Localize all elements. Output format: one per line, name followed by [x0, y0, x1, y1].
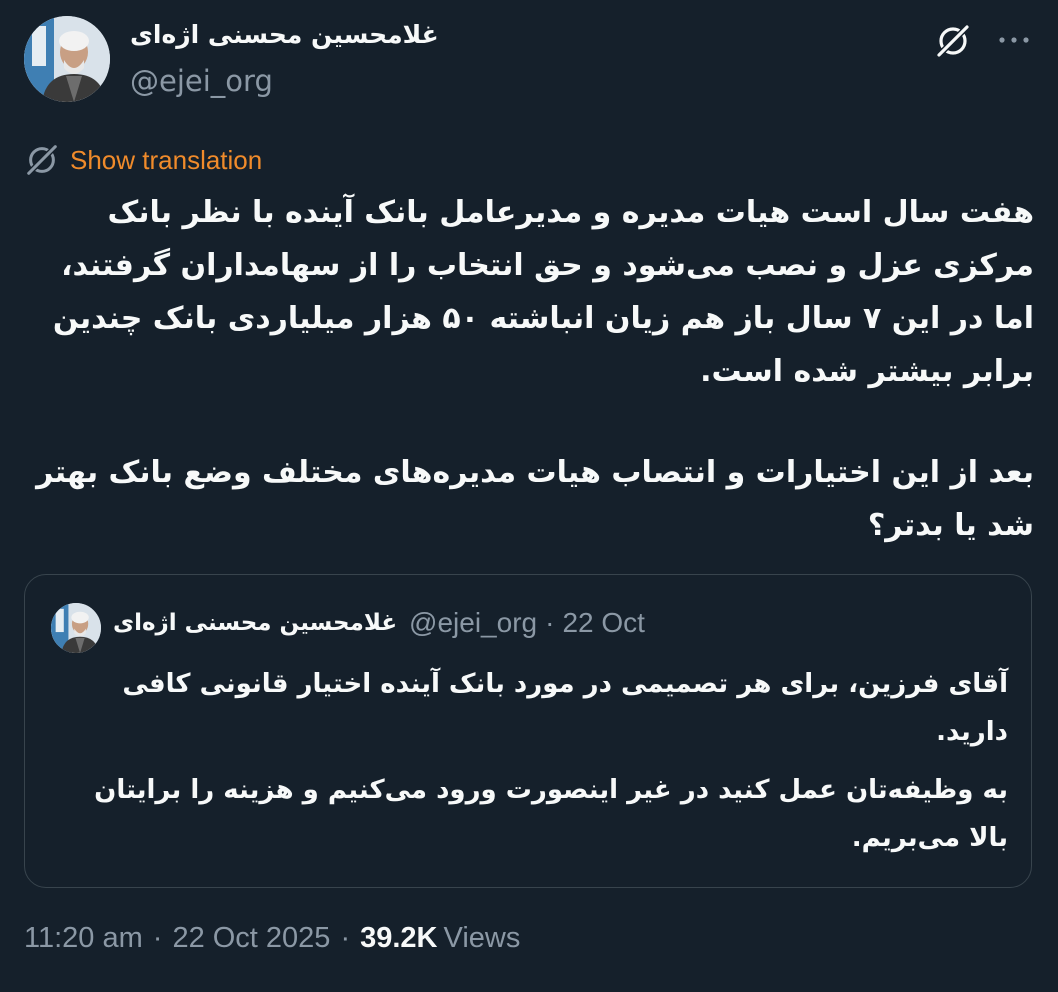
views-count[interactable]: 39.2K — [360, 922, 437, 955]
tweet-text-paragraph-1: هفت سال است هیات مدیره و مدیرعامل بانک آ… — [52, 195, 1034, 389]
tweet: غلامحسین محسنی اژه‌ای @ejei_org Show tra… — [0, 0, 1058, 992]
show-translation-label[interactable]: Show translation — [70, 145, 262, 176]
quoted-separator: · — [545, 607, 555, 638]
author-name[interactable]: غلامحسین محسنی اژه‌ای — [130, 20, 439, 49]
author-handle[interactable]: @ejei_org — [130, 64, 273, 98]
more-icon[interactable] — [996, 26, 1032, 54]
grok-icon[interactable] — [934, 22, 972, 60]
quoted-header: غلامحسین محسنی اژه‌ای @ejei_org · 22 Oct — [113, 607, 645, 639]
quoted-author-name: غلامحسین محسنی اژه‌ای — [113, 610, 398, 636]
tweet-date[interactable]: 22 Oct 2025 — [172, 922, 330, 955]
footer-separator-2: · — [340, 922, 351, 954]
show-translation-link[interactable]: Show translation — [24, 140, 262, 180]
quoted-date: 22 Oct — [562, 607, 645, 638]
quoted-author-avatar — [51, 603, 101, 653]
avatar-image — [24, 16, 110, 102]
quoted-text-paragraph-1: آقای فرزین، برای هر تصمیمی در مورد بانک … — [122, 669, 1008, 747]
tweet-footer: 11:20 am · 22 Oct 2025 · 39.2K Views — [24, 922, 520, 955]
footer-separator-1: · — [152, 922, 163, 954]
translate-icon — [25, 143, 59, 177]
tweet-text-paragraph-2: بعد از این اختیارات و انتصاب هیات مدیره‌… — [36, 455, 1034, 543]
author-avatar[interactable] — [24, 16, 110, 102]
quoted-author-handle: @ejei_org — [409, 607, 538, 638]
quoted-avatar-image — [51, 603, 101, 653]
tweet-time[interactable]: 11:20 am — [24, 922, 143, 955]
quoted-text-paragraph-2: به وظیفه‌تان عمل کنید در غیر اینصورت ورو… — [94, 775, 1008, 853]
views-label: Views — [443, 922, 521, 954]
